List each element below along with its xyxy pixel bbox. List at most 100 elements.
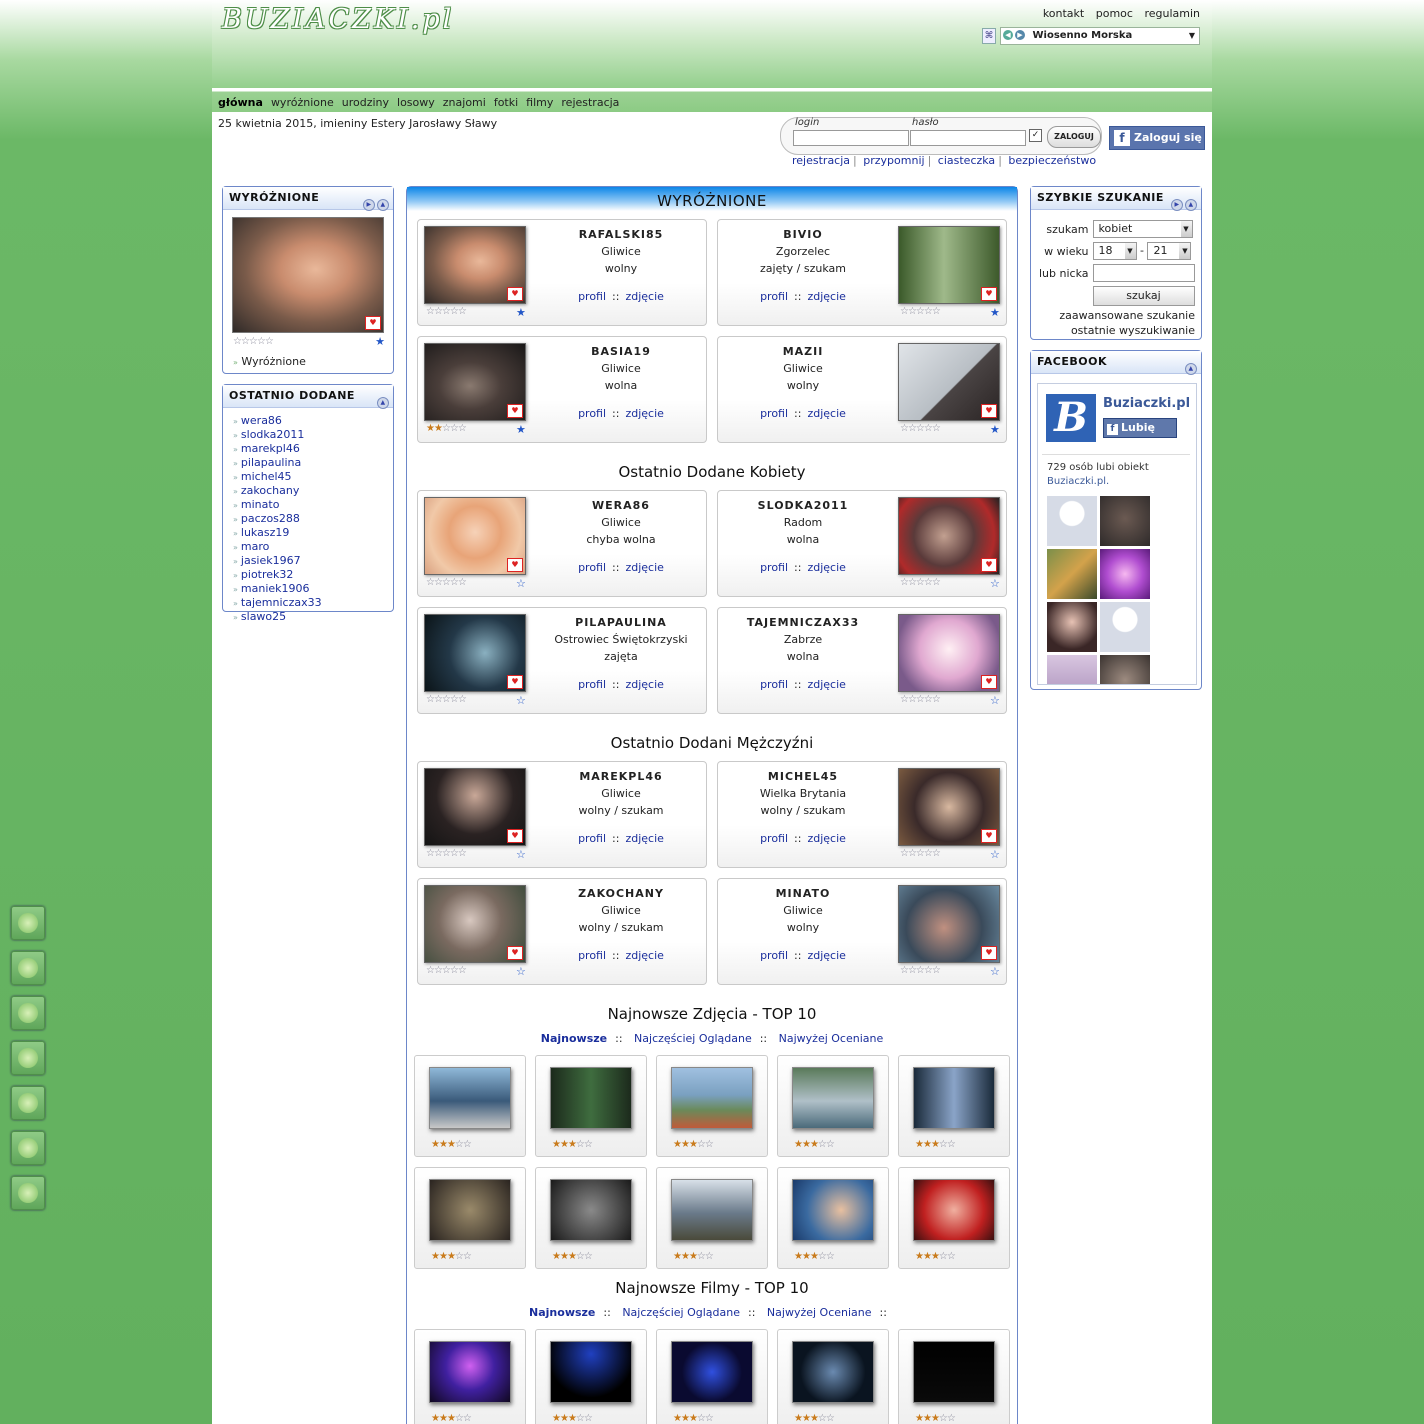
top-link-regulamin[interactable]: regulamin: [1144, 7, 1200, 20]
recent-user-item[interactable]: » marekpl46: [233, 442, 393, 456]
fan-avatar[interactable]: [1047, 655, 1097, 684]
recent-user-link[interactable]: minato: [241, 498, 280, 511]
photo-thumb-image[interactable]: [913, 1067, 995, 1129]
collapse-icon[interactable]: ▲: [1185, 199, 1197, 211]
side-circle-icon[interactable]: [11, 996, 45, 1030]
top-link-kontakt[interactable]: kontakt: [1043, 7, 1084, 20]
favorite-star-icon[interactable]: ★: [375, 335, 385, 348]
profile-name[interactable]: BASIA19: [536, 343, 706, 360]
recent-user-item[interactable]: » paczos288: [233, 512, 393, 526]
photos-tab-most-viewed[interactable]: Najczęściej Oglądane: [634, 1032, 752, 1045]
profile-rating[interactable]: ☆☆☆☆☆: [900, 306, 941, 317]
fb-page-name[interactable]: Buziaczki.pl: [1103, 396, 1190, 411]
nav-item[interactable]: rejestracja: [561, 96, 619, 109]
theme-prev-icon[interactable]: ◀: [1003, 30, 1013, 40]
profile-photo[interactable]: ♥: [424, 497, 526, 575]
photo-thumb-image[interactable]: [550, 1067, 632, 1129]
profile-link[interactable]: profil: [578, 290, 606, 303]
film-thumb-image[interactable]: [429, 1341, 511, 1403]
recent-user-item[interactable]: » wera86: [233, 414, 393, 428]
films-tab-newest[interactable]: Najnowsze: [529, 1306, 595, 1319]
recent-user-link[interactable]: tajemniczax33: [241, 596, 322, 609]
favorite-star-icon[interactable]: ★: [990, 423, 1000, 436]
film-thumb-image[interactable]: [913, 1341, 995, 1403]
profile-photo[interactable]: ♥: [424, 885, 526, 963]
profile-rating[interactable]: ☆☆☆☆☆: [900, 694, 941, 705]
profile-name[interactable]: TAJEMNICZAX33: [718, 614, 888, 631]
age-to-select[interactable]: 21 ▼: [1147, 242, 1192, 260]
theme-rss-icon[interactable]: ⌘: [982, 28, 996, 44]
profile-photo[interactable]: ♥: [424, 343, 526, 421]
profile-link[interactable]: profil: [578, 949, 606, 962]
featured-rating[interactable]: ☆☆☆☆☆: [233, 336, 274, 347]
photo-thumb-image[interactable]: [792, 1179, 874, 1241]
collapse-icon[interactable]: ▲: [377, 397, 389, 409]
profile-link[interactable]: profil: [760, 832, 788, 845]
site-logo[interactable]: BUZIACZKI.pl: [222, 4, 454, 35]
recent-user-link[interactable]: pilapaulina: [241, 456, 301, 469]
photo-thumb-image[interactable]: [671, 1067, 753, 1129]
photo-thumb-image[interactable]: [913, 1179, 995, 1241]
favorite-star-icon[interactable]: ☆: [990, 848, 1000, 861]
side-guitar-icon[interactable]: [11, 1131, 45, 1165]
favorite-star-icon[interactable]: ★: [516, 423, 526, 436]
photo-link[interactable]: zdjęcie: [625, 407, 663, 420]
profile-name[interactable]: SLODKA2011: [718, 497, 888, 514]
profile-name[interactable]: WERA86: [536, 497, 706, 514]
recent-user-item[interactable]: » piotrek32: [233, 568, 393, 582]
next-icon[interactable]: ▶: [1171, 199, 1183, 211]
collapse-icon[interactable]: ▲: [1185, 363, 1197, 375]
recent-user-link[interactable]: paczos288: [241, 512, 300, 525]
photo-thumb-rating[interactable]: ★★★☆☆: [794, 1139, 835, 1150]
recent-user-link[interactable]: zakochany: [241, 484, 299, 497]
nav-item[interactable]: urodziny: [342, 96, 389, 109]
favorite-star-icon[interactable]: ★: [990, 306, 1000, 319]
profile-rating[interactable]: ★★☆☆☆: [426, 423, 467, 434]
recent-user-link[interactable]: lukasz19: [241, 526, 289, 539]
link-rejestracja[interactable]: rejestracja: [792, 154, 850, 167]
featured-photo[interactable]: ♥: [232, 217, 384, 333]
recent-user-item[interactable]: » maro: [233, 540, 393, 554]
profile-rating[interactable]: ☆☆☆☆☆: [900, 848, 941, 859]
film-thumb-image[interactable]: [550, 1341, 632, 1403]
favorite-star-icon[interactable]: ☆: [990, 577, 1000, 590]
profile-rating[interactable]: ☆☆☆☆☆: [426, 577, 467, 588]
link-przypomnij[interactable]: przypomnij: [863, 154, 924, 167]
photo-thumb-rating[interactable]: ★★★☆☆: [794, 1251, 835, 1262]
photos-tab-top-rated[interactable]: Najwyżej Oceniane: [779, 1032, 884, 1045]
photos-tab-newest[interactable]: Najnowsze: [541, 1032, 607, 1045]
photo-link[interactable]: zdjęcie: [625, 949, 663, 962]
photo-thumb-image[interactable]: [429, 1067, 511, 1129]
photo-link[interactable]: zdjęcie: [807, 290, 845, 303]
profile-rating[interactable]: ☆☆☆☆☆: [900, 577, 941, 588]
profile-rating[interactable]: ☆☆☆☆☆: [900, 423, 941, 434]
photo-thumb-rating[interactable]: ★★★☆☆: [673, 1139, 714, 1150]
advanced-search-link[interactable]: zaawansowane szukanie: [1031, 308, 1195, 323]
photo-thumb-rating[interactable]: ★★★☆☆: [915, 1139, 956, 1150]
profile-link[interactable]: profil: [578, 678, 606, 691]
fan-avatar[interactable]: [1100, 496, 1150, 546]
photo-link[interactable]: zdjęcie: [807, 678, 845, 691]
nav-item[interactable]: znajomi: [443, 96, 486, 109]
profile-link[interactable]: profil: [760, 407, 788, 420]
fb-like-count-link[interactable]: Buziaczki.pl.: [1047, 476, 1109, 487]
film-thumb-rating[interactable]: ★★★☆☆: [673, 1413, 714, 1424]
login-input[interactable]: [793, 130, 909, 146]
favorite-star-icon[interactable]: ☆: [516, 694, 526, 707]
search-button[interactable]: szukaj: [1092, 286, 1195, 306]
photo-thumb-rating[interactable]: ★★★☆☆: [673, 1251, 714, 1262]
profile-photo[interactable]: ♥: [898, 885, 1000, 963]
photo-thumb-image[interactable]: [429, 1179, 511, 1241]
link-bezpieczenstwo[interactable]: bezpieczeństwo: [1008, 154, 1096, 167]
film-thumb-rating[interactable]: ★★★☆☆: [552, 1413, 593, 1424]
favorite-star-icon[interactable]: ☆: [990, 965, 1000, 978]
recent-user-item[interactable]: » maniek1906: [233, 582, 393, 596]
side-smiley-icon[interactable]: [11, 1086, 45, 1120]
recent-user-link[interactable]: maniek1906: [241, 582, 310, 595]
profile-photo[interactable]: ♥: [424, 768, 526, 846]
nav-item[interactable]: fotki: [494, 96, 518, 109]
photo-link[interactable]: zdjęcie: [625, 678, 663, 691]
nav-item[interactable]: wyróżnione: [271, 96, 334, 109]
nav-item[interactable]: filmy: [526, 96, 553, 109]
photo-thumb-image[interactable]: [550, 1179, 632, 1241]
